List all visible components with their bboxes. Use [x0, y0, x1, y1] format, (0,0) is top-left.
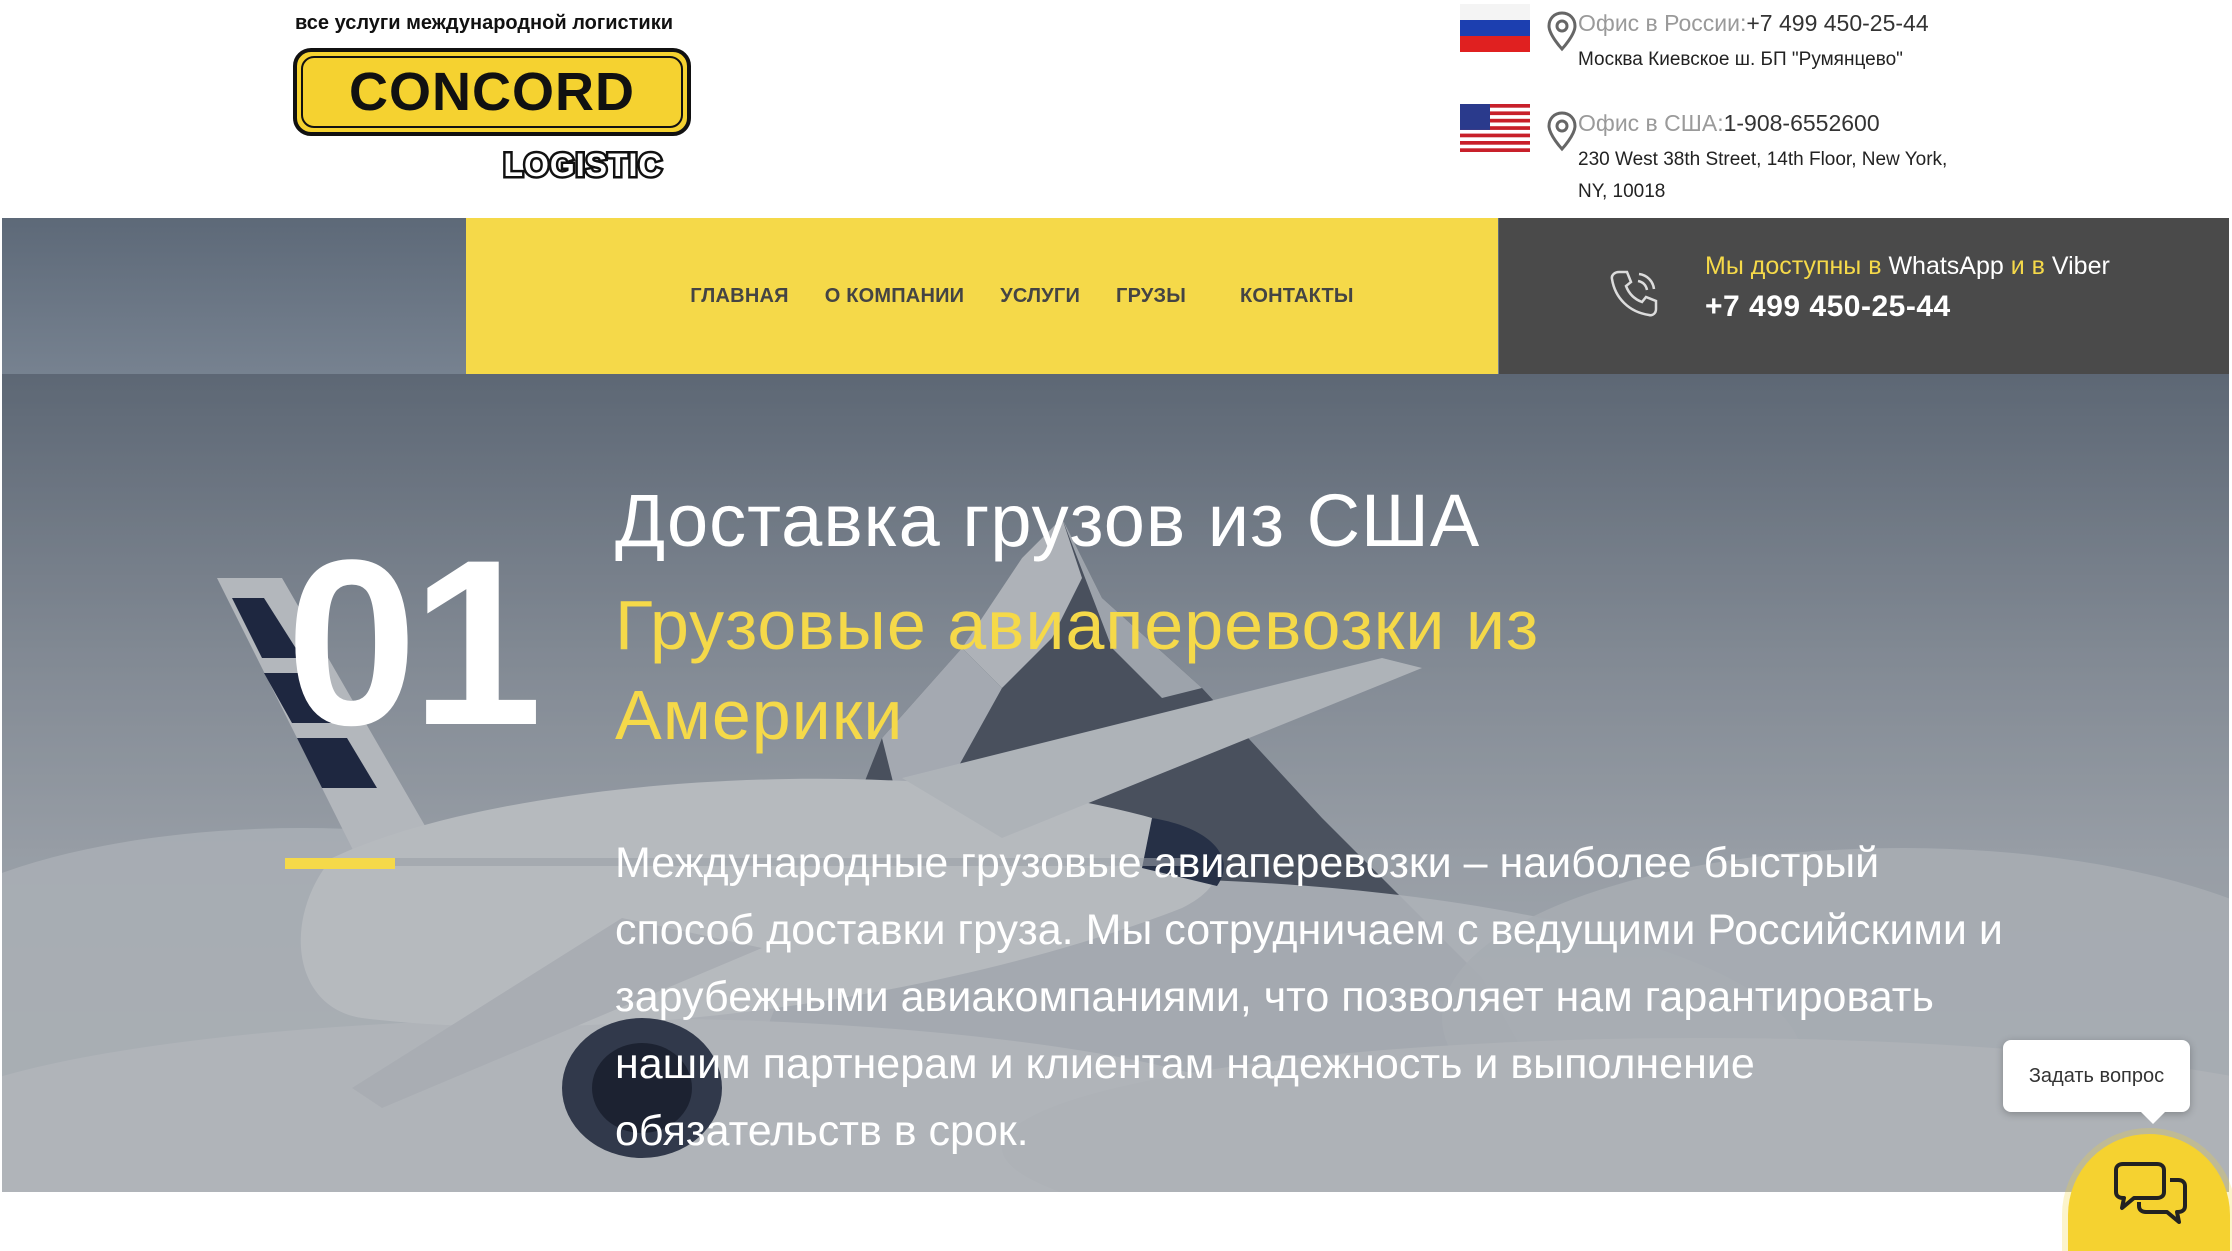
contact-phone[interactable]: +7 499 450-25-44 — [1705, 290, 1951, 324]
concord-logo-icon[interactable]: CONCORD LOGISTIC — [293, 48, 691, 185]
office-address: 230 West 38th Street, 14th Floor, New Yo… — [1578, 144, 1998, 208]
accent-bar — [285, 858, 395, 869]
office-russia-phone[interactable]: Офис в России:+7 499 450-25-44 — [1578, 10, 1929, 37]
header-tagline: все услуги международной логистики — [295, 12, 674, 34]
contact-box: Мы доступны в WhatsApp и в Viber +7 499 … — [1499, 218, 2229, 374]
avail-prefix: Мы доступны в — [1705, 252, 1889, 280]
svg-text:CONCORD: CONCORD — [349, 62, 635, 122]
site-header: все услуги международной логистики CONCO… — [0, 0, 2232, 218]
office-usa-phone[interactable]: Офис в США:1-908-6552600 — [1578, 110, 1880, 137]
location-pin-icon — [1547, 111, 1577, 152]
office-phone[interactable]: +7 499 450-25-44 — [1746, 10, 1928, 36]
phone-icon — [1610, 270, 1658, 317]
location-pin-icon — [1547, 11, 1577, 52]
nav-item-home[interactable]: Главная — [690, 285, 788, 308]
hero-subtitle: Грузовые авиаперевозки из Америки — [615, 586, 1540, 754]
main-menu: Главная О компании Услуги Грузы Контакты — [466, 218, 1498, 374]
nav-item-cargo[interactable]: Грузы — [1116, 285, 1186, 308]
svg-text:LOGISTIC: LOGISTIC — [503, 147, 662, 183]
office-label: Офис в США: — [1578, 110, 1724, 136]
office-address: Москва Киевское ш. БП "Румянцево" — [1578, 44, 1998, 76]
nav-item-services[interactable]: Услуги — [1000, 285, 1080, 308]
avail-mid: и в — [2003, 252, 2052, 280]
viber-link[interactable]: Viber — [2052, 252, 2110, 280]
chat-bubbles-icon — [2114, 1162, 2187, 1224]
slide-number: 01 — [286, 511, 543, 775]
office-phone[interactable]: 1-908-6552600 — [1724, 110, 1880, 136]
nav-item-about[interactable]: О компании — [825, 285, 965, 308]
availability-text: Мы доступны в WhatsApp и в Viber — [1705, 252, 2110, 281]
hero-description: Международные грузовые авиаперевозки – н… — [615, 839, 2003, 1155]
address-line: 230 West 38th Street, 14th Floor, New Yo… — [1578, 149, 1948, 170]
nav-item-contacts[interactable]: Контакты — [1240, 285, 1354, 308]
hero-title: Доставка грузов из США — [615, 479, 1481, 562]
russia-flag-icon — [1460, 4, 1530, 52]
whatsapp-link[interactable]: WhatsApp — [1888, 252, 2003, 280]
address-line: NY, 10018 — [1578, 181, 1666, 202]
usa-flag-icon — [1460, 104, 1530, 152]
ask-question-tooltip[interactable]: Задать вопрос — [2003, 1040, 2190, 1124]
address-line: Москва Киевское ш. БП "Румянцево" — [1578, 49, 1903, 70]
office-label: Офис в России: — [1578, 10, 1747, 36]
